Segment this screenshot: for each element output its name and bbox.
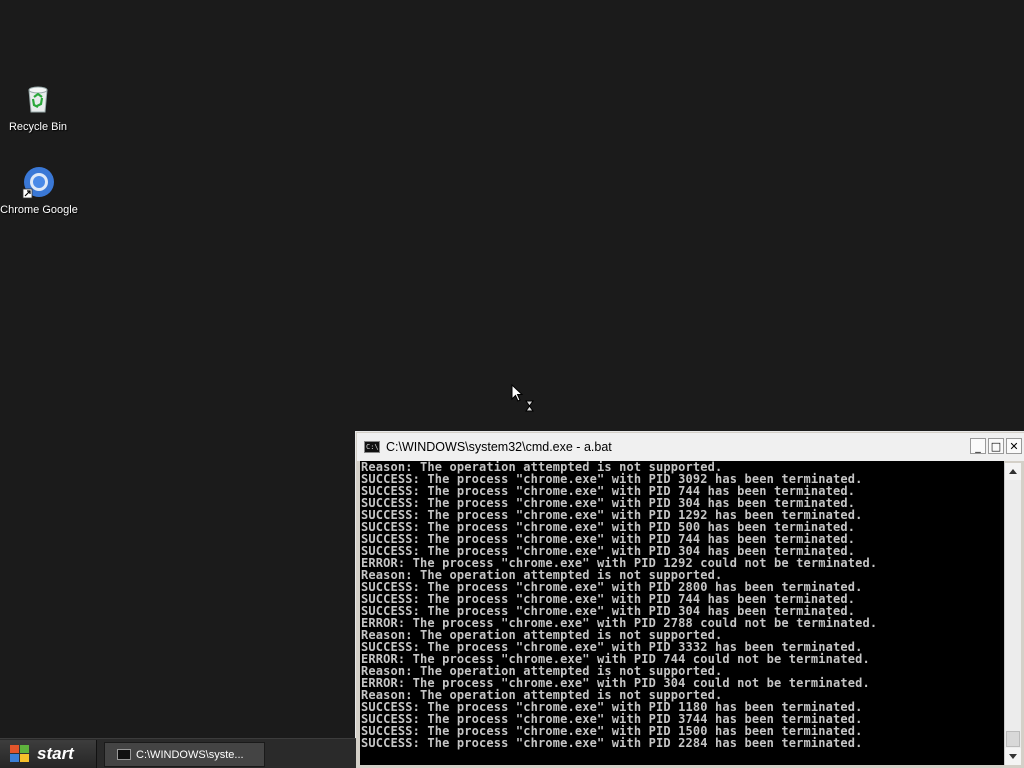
chevron-down-icon (1009, 754, 1017, 759)
maximize-button[interactable]: □ (988, 438, 1004, 454)
cmd-icon (117, 749, 131, 760)
minimize-button[interactable]: _ (970, 438, 986, 454)
taskbar-item-cmd[interactable]: C:\WINDOWS\syste... (104, 742, 265, 767)
scroll-down-button[interactable] (1005, 748, 1021, 765)
desktop-icon-label: Chrome Google (0, 204, 78, 216)
close-button[interactable]: ✕ (1006, 438, 1022, 454)
start-button[interactable]: start (0, 740, 97, 768)
scroll-up-button[interactable] (1005, 463, 1021, 480)
desktop-icon-chrome[interactable]: Chrome Google (0, 165, 81, 216)
minimize-icon: _ (975, 439, 981, 453)
window-titlebar[interactable]: C:\ C:\WINDOWS\system32\cmd.exe - a.bat … (357, 433, 1024, 461)
cmd-icon: C:\ (364, 441, 380, 453)
taskbar: start C:\WINDOWS\syste... (0, 738, 356, 768)
scroll-thumb[interactable] (1006, 731, 1020, 747)
console-output[interactable]: Reason: The operation attempted is not s… (360, 461, 1004, 765)
desktop-icon-recycle-bin[interactable]: Recycle Bin (0, 82, 80, 133)
start-label: start (37, 744, 74, 763)
windows-logo-icon (10, 745, 30, 763)
vertical-scrollbar[interactable] (1004, 463, 1021, 765)
close-icon: ✕ (1009, 439, 1019, 453)
desktop-icon-label: Recycle Bin (8, 121, 68, 133)
window-title: C:\WINDOWS\system32\cmd.exe - a.bat (386, 440, 612, 454)
recycle-bin-icon (21, 82, 55, 116)
maximize-icon: □ (990, 439, 1002, 453)
chrome-icon (22, 165, 56, 199)
busy-cursor-icon (511, 383, 535, 414)
taskbar-item-label: C:\WINDOWS\syste... (136, 748, 244, 761)
console-line: SUCCESS: The process "chrome.exe" with P… (361, 736, 863, 750)
chevron-up-icon (1009, 469, 1017, 474)
cmd-window[interactable]: C:\ C:\WINDOWS\system32\cmd.exe - a.bat … (355, 431, 1024, 768)
